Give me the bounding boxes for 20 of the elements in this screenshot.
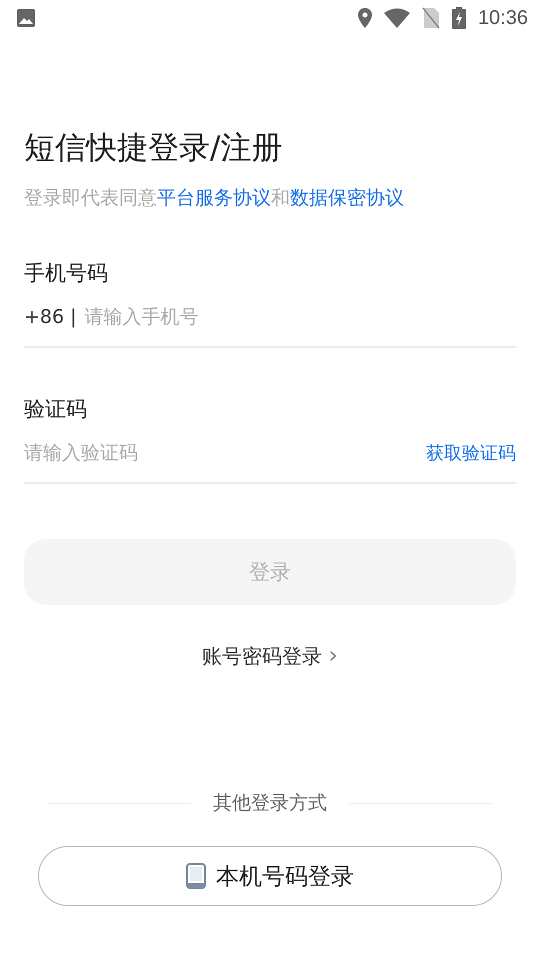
no-sim-icon	[422, 7, 440, 29]
phone-login-button[interactable]: 本机号码登录	[38, 846, 502, 906]
agreement-link[interactable]: 数据保密协议	[290, 187, 404, 209]
wifi-icon	[384, 8, 410, 28]
get-code-link[interactable]: 获取验证码	[426, 441, 516, 465]
phone-icon	[186, 863, 206, 889]
field-label: 手机号码	[24, 260, 109, 287]
battery-charging-icon	[452, 7, 466, 29]
image-icon	[16, 8, 36, 28]
password-login-link[interactable]: 账号密码登录 ›	[202, 641, 338, 670]
status-time: 10:36	[478, 6, 528, 30]
country-code[interactable]: +86 |	[24, 306, 77, 328]
phone-input[interactable]: 请输入手机号	[84, 306, 516, 328]
agreement-text: 登录即代表同意平台服务协议和数据保密协议	[24, 186, 405, 211]
field-label: 验证码	[24, 396, 88, 423]
other-methods-heading: 其他登录方式	[213, 791, 327, 816]
location-icon	[358, 8, 372, 28]
agreement-link[interactable]: 平台服务协议	[157, 187, 271, 209]
code-input[interactable]: 请输入验证码	[24, 442, 426, 464]
page-title: 短信快捷登录/注册	[24, 129, 284, 168]
